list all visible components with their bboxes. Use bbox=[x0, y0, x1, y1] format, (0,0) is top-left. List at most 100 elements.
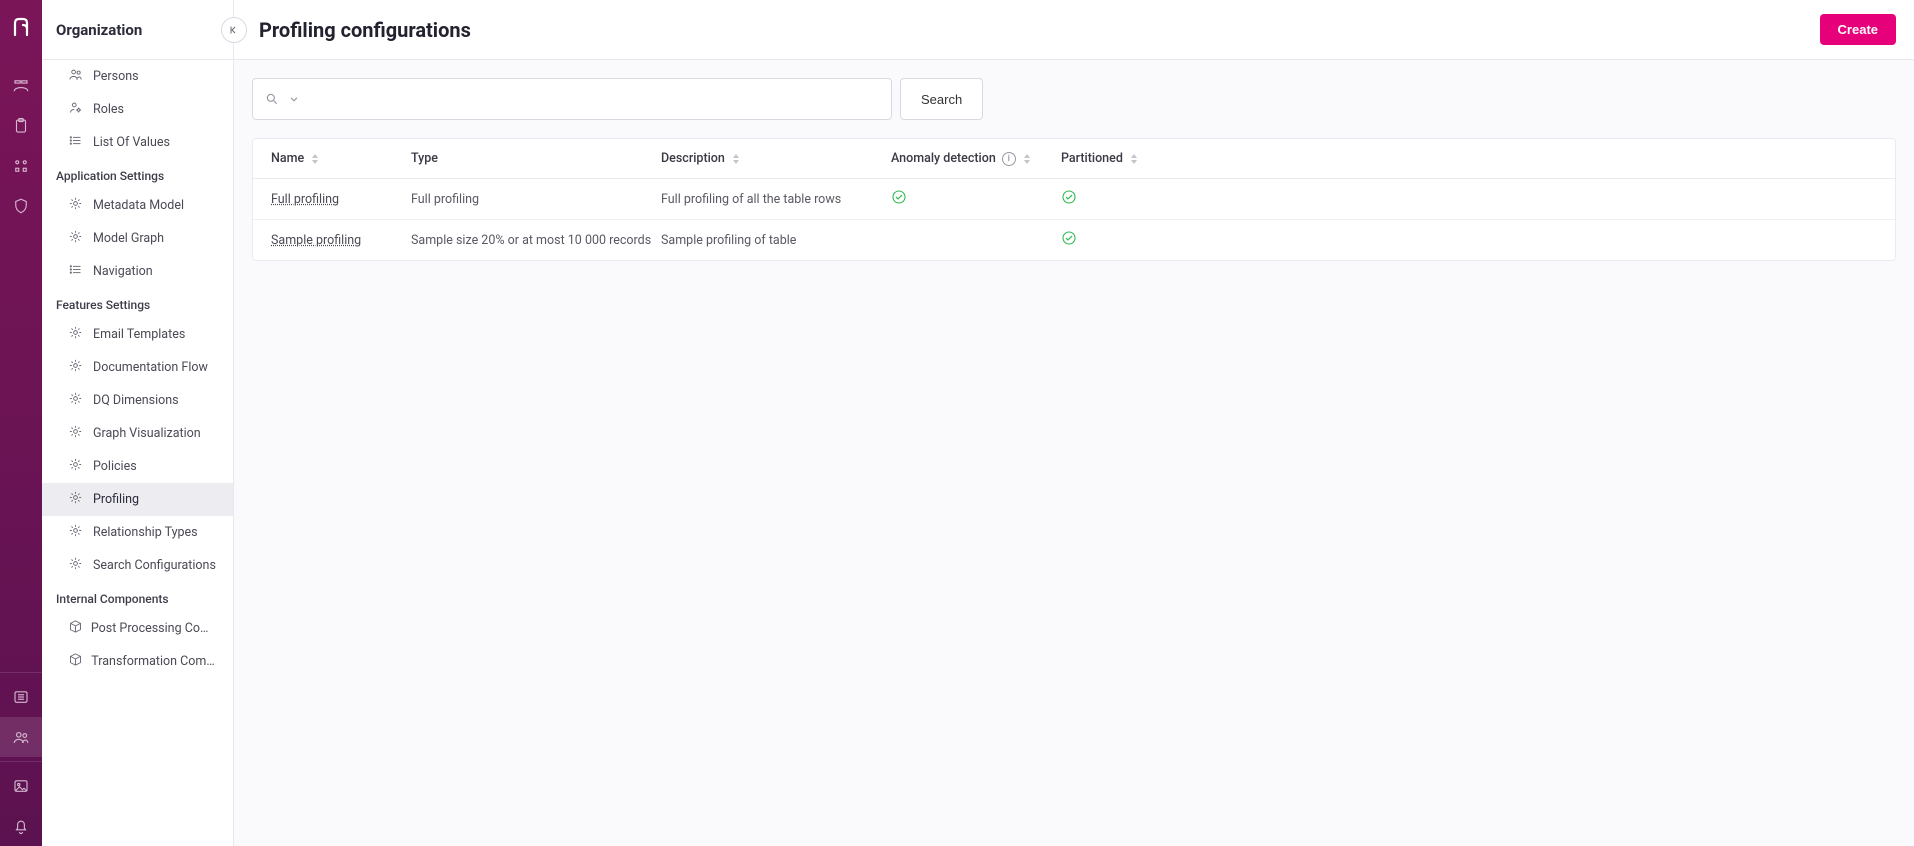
sidebar-item-profiling[interactable]: Profiling bbox=[42, 483, 233, 516]
search-row: Search bbox=[252, 78, 1896, 120]
nav-clipboard-icon[interactable] bbox=[0, 106, 42, 146]
col-description[interactable]: Description bbox=[661, 151, 891, 166]
sidebar-item-label: Email Templates bbox=[93, 327, 185, 342]
sort-icon bbox=[1129, 152, 1139, 166]
sidebar-group-title: Application Settings bbox=[42, 159, 233, 189]
icon-rail bbox=[0, 0, 42, 846]
search-button[interactable]: Search bbox=[900, 78, 983, 120]
col-partitioned[interactable]: Partitioned bbox=[1061, 151, 1877, 166]
people-icon bbox=[68, 67, 83, 86]
page-title: Profiling configurations bbox=[259, 18, 471, 42]
gear-icon bbox=[68, 424, 83, 443]
nav-bell-icon[interactable] bbox=[0, 806, 42, 846]
create-button[interactable]: Create bbox=[1820, 14, 1896, 45]
sidebar-item-label: Post Processing Compon… bbox=[91, 621, 219, 636]
table-row: Sample profiling Sample size 20% or at mo… bbox=[253, 220, 1895, 260]
list-icon bbox=[68, 133, 83, 152]
sidebar-item-label: Documentation Flow bbox=[93, 360, 208, 375]
nav-list-icon[interactable] bbox=[0, 677, 42, 717]
nav-users-icon[interactable] bbox=[0, 717, 42, 757]
sidebar-item-documentation-flow[interactable]: Documentation Flow bbox=[42, 351, 233, 384]
sidebar-item-metadata-model[interactable]: Metadata Model bbox=[42, 189, 233, 222]
nav-shield-icon[interactable] bbox=[0, 186, 42, 226]
table-row: Full profilingFull profilingFull profili… bbox=[253, 179, 1895, 220]
collapse-sidebar-button[interactable] bbox=[221, 17, 247, 43]
gear-icon bbox=[68, 196, 83, 215]
table-header: Name Type Description Anomaly detectioni… bbox=[253, 139, 1895, 179]
app-logo[interactable] bbox=[0, 6, 42, 48]
sidebar-item-search-configurations[interactable]: Search Configurations bbox=[42, 549, 233, 582]
gear-icon bbox=[68, 523, 83, 542]
row-description: Sample profiling of table bbox=[661, 233, 891, 248]
row-type: Full profiling bbox=[411, 192, 661, 207]
sidebar-item-model-graph[interactable]: Model Graph bbox=[42, 222, 233, 255]
role-icon bbox=[68, 100, 83, 119]
sidebar-item-label: Profiling bbox=[93, 492, 139, 507]
col-anomaly[interactable]: Anomaly detectioni bbox=[891, 151, 1061, 166]
nav-image-icon[interactable] bbox=[0, 766, 42, 806]
row-partitioned bbox=[1061, 230, 1877, 250]
config-table: Name Type Description Anomaly detectioni… bbox=[252, 138, 1896, 261]
sidebar-group-title: Internal Components bbox=[42, 582, 233, 612]
sidebar-item-label: Policies bbox=[93, 459, 137, 474]
sidebar-item-post-processing-compon[interactable]: Post Processing Compon… bbox=[42, 612, 233, 645]
sidebar-item-label: DQ Dimensions bbox=[93, 393, 179, 408]
main-header: Profiling configurations Create bbox=[234, 0, 1914, 60]
sidebar-item-label: Navigation bbox=[93, 264, 153, 279]
sidebar-item-label: Metadata Model bbox=[93, 198, 184, 213]
check-circle-icon bbox=[891, 189, 907, 205]
main: Profiling configurations Create Search N… bbox=[234, 0, 1914, 846]
sidebar-item-roles[interactable]: Roles bbox=[42, 93, 233, 126]
sidebar-item-label: List Of Values bbox=[93, 135, 170, 150]
sidebar-item-label: Transformation Compon… bbox=[91, 654, 219, 669]
package-icon bbox=[68, 652, 81, 671]
gear-icon bbox=[68, 490, 83, 509]
check-circle-icon bbox=[1061, 189, 1077, 205]
sidebar-item-policies[interactable]: Policies bbox=[42, 450, 233, 483]
nav-catalog-icon[interactable] bbox=[0, 66, 42, 106]
gear-icon bbox=[68, 358, 83, 377]
chevron-down-icon[interactable] bbox=[287, 92, 301, 106]
sidebar-item-label: Search Configurations bbox=[93, 558, 216, 573]
package-icon bbox=[68, 619, 81, 638]
sidebar-item-label: Graph Visualization bbox=[93, 426, 201, 441]
col-type: Type bbox=[411, 151, 661, 166]
sidebar-group-title: Features Settings bbox=[42, 288, 233, 318]
sidebar-item-list-of-values[interactable]: List Of Values bbox=[42, 126, 233, 159]
sort-icon bbox=[1022, 152, 1032, 166]
row-description: Full profiling of all the table rows bbox=[661, 192, 891, 207]
row-anomaly bbox=[891, 189, 1061, 209]
sidebar-item-graph-visualization[interactable]: Graph Visualization bbox=[42, 417, 233, 450]
sidebar-title: Organization bbox=[42, 0, 233, 60]
info-icon[interactable]: i bbox=[1002, 152, 1016, 166]
sidebar-item-transformation-compon[interactable]: Transformation Compon… bbox=[42, 645, 233, 678]
search-input[interactable] bbox=[309, 92, 879, 107]
sidebar-item-dq-dimensions[interactable]: DQ Dimensions bbox=[42, 384, 233, 417]
sidebar-item-label: Model Graph bbox=[93, 231, 164, 246]
sidebar-item-label: Relationship Types bbox=[93, 525, 198, 540]
search-box[interactable] bbox=[252, 78, 892, 120]
check-circle-icon bbox=[1061, 230, 1077, 246]
sidebar-item-relationship-types[interactable]: Relationship Types bbox=[42, 516, 233, 549]
gear-icon bbox=[68, 457, 83, 476]
sidebar-item-label: Roles bbox=[93, 102, 124, 117]
gear-icon bbox=[68, 325, 83, 344]
sort-icon bbox=[731, 152, 741, 166]
gear-icon bbox=[68, 229, 83, 248]
row-partitioned bbox=[1061, 189, 1877, 209]
row-name-link[interactable]: Full profiling bbox=[271, 192, 339, 207]
sort-icon bbox=[310, 152, 320, 166]
gear-icon bbox=[68, 556, 83, 575]
list-icon bbox=[68, 262, 83, 281]
row-name-link[interactable]: Sample profiling bbox=[271, 233, 361, 248]
gear-icon bbox=[68, 391, 83, 410]
sidebar-item-persons[interactable]: Persons bbox=[42, 60, 233, 93]
sidebar-item-label: Persons bbox=[93, 69, 139, 84]
nav-org-icon[interactable] bbox=[0, 146, 42, 186]
sidebar: Organization Persons Roles List Of Values A… bbox=[42, 0, 234, 846]
sidebar-item-email-templates[interactable]: Email Templates bbox=[42, 318, 233, 351]
col-name[interactable]: Name bbox=[271, 151, 411, 166]
row-type: Sample size 20% or at most 10 000 record… bbox=[411, 233, 661, 248]
sidebar-item-navigation[interactable]: Navigation bbox=[42, 255, 233, 288]
search-icon bbox=[265, 92, 279, 106]
